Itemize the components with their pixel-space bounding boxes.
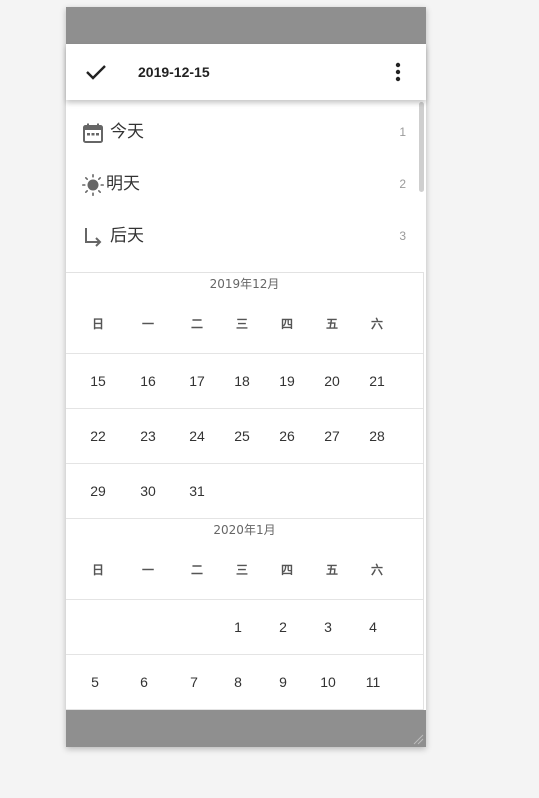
- quick-pick-today[interactable]: 今天 1: [66, 106, 422, 158]
- day-cell[interactable]: 29: [83, 483, 113, 499]
- calendar-icon: [83, 123, 103, 143]
- weekday-header: 三: [235, 317, 248, 331]
- resize-grip-icon[interactable]: [412, 733, 424, 745]
- day-cell[interactable]: 25: [227, 428, 257, 444]
- weekday-header: 六: [370, 563, 383, 577]
- quick-pick-label: 后天: [110, 226, 144, 246]
- quick-pick-shortcut: 3: [399, 229, 406, 243]
- quick-pick-shortcut: 1: [399, 125, 406, 139]
- quick-pick-day-after[interactable]: 后天 3: [66, 210, 422, 262]
- weekday-header: 一: [141, 563, 154, 577]
- day-cell[interactable]: 19: [272, 373, 302, 389]
- day-cell[interactable]: 28: [362, 428, 392, 444]
- day-cell[interactable]: 31: [182, 483, 212, 499]
- day-cell[interactable]: 20: [317, 373, 347, 389]
- calendar-grid: 2019年12月日一二三四五六 15 16 17 18 19 20 21 22 23 24 25 26 2…: [66, 272, 424, 710]
- day-cell[interactable]: 9: [268, 674, 298, 690]
- week-divider: [66, 599, 423, 600]
- day-cell[interactable]: 21: [362, 373, 392, 389]
- week-divider: [66, 518, 423, 519]
- weekday-header: 五: [325, 317, 338, 331]
- weekday-header: 五: [325, 563, 338, 577]
- day-cell[interactable]: 16: [133, 373, 163, 389]
- day-cell[interactable]: 10: [313, 674, 343, 690]
- quick-pick-shortcut: 2: [399, 177, 406, 191]
- selected-date: 2019-12-15: [138, 64, 210, 80]
- day-cell[interactable]: 15: [83, 373, 113, 389]
- day-cell[interactable]: 1: [223, 619, 253, 635]
- weekday-header: 四: [280, 317, 293, 331]
- week-divider: [66, 463, 423, 464]
- month-title: 2019年12月: [209, 277, 280, 291]
- date-picker-header: 2019-12-15: [66, 44, 426, 100]
- day-cell[interactable]: 27: [317, 428, 347, 444]
- week-divider: [66, 353, 423, 354]
- day-cell[interactable]: 5: [80, 674, 110, 690]
- week-divider: [66, 408, 423, 409]
- quick-pick-label: 今天: [110, 122, 144, 142]
- weekday-header: 六: [370, 317, 383, 331]
- weekday-header: 一: [141, 317, 154, 331]
- day-cell[interactable]: 18: [227, 373, 257, 389]
- day-cell[interactable]: 30: [133, 483, 163, 499]
- weekday-header: 日: [91, 563, 104, 577]
- weekday-header: 日: [91, 317, 104, 331]
- day-cell[interactable]: 3: [313, 619, 343, 635]
- picker-content: 今天 1 明天 2 后天 3 2019年12月日一二三四五六 15 16 17 …: [66, 100, 426, 710]
- day-cell[interactable]: 8: [223, 674, 253, 690]
- day-cell[interactable]: 23: [133, 428, 163, 444]
- arrow-turn-right-icon: [85, 228, 102, 247]
- day-cell[interactable]: 4: [358, 619, 388, 635]
- more-vertical-icon: [395, 62, 401, 82]
- quick-pick-label: 明天: [106, 174, 140, 194]
- weekday-header: 二: [190, 317, 203, 331]
- quick-pick-tomorrow[interactable]: 明天 2: [66, 158, 422, 210]
- weekday-header: 四: [280, 563, 293, 577]
- week-divider: [66, 654, 423, 655]
- day-cell[interactable]: 26: [272, 428, 302, 444]
- sun-icon: [82, 174, 104, 196]
- check-icon: [86, 65, 106, 80]
- day-cell[interactable]: 7: [179, 674, 209, 690]
- month-title: 2020年1月: [213, 523, 276, 537]
- weekday-header: 三: [235, 563, 248, 577]
- day-cell[interactable]: 11: [358, 674, 388, 690]
- day-cell[interactable]: 2: [268, 619, 298, 635]
- confirm-button[interactable]: [82, 58, 110, 86]
- day-cell[interactable]: 22: [83, 428, 113, 444]
- day-cell[interactable]: 17: [182, 373, 212, 389]
- day-cell[interactable]: 24: [182, 428, 212, 444]
- day-cell[interactable]: 6: [129, 674, 159, 690]
- weekday-header: 二: [190, 563, 203, 577]
- week-divider: [66, 709, 423, 710]
- more-menu-button[interactable]: [388, 60, 408, 84]
